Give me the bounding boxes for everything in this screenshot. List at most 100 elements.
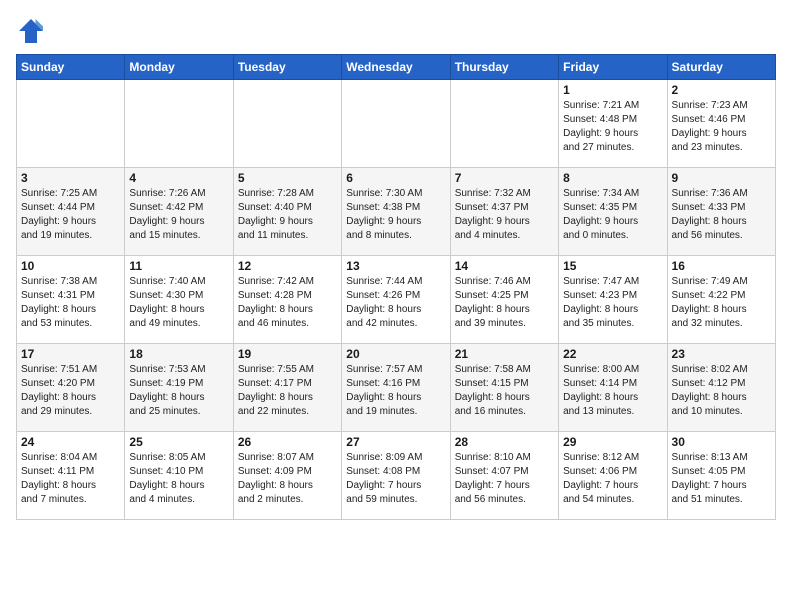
day-number: 16 <box>672 259 771 273</box>
day-info: Sunrise: 7:53 AM Sunset: 4:19 PM Dayligh… <box>129 363 228 419</box>
day-number: 7 <box>455 171 554 185</box>
calendar-cell: 12 Sunrise: 7:42 AM Sunset: 4:28 PM Dayli… <box>233 256 341 344</box>
day-info: Sunrise: 7:32 AM Sunset: 4:37 PM Dayligh… <box>455 187 554 243</box>
column-header-thursday: Thursday <box>450 55 558 80</box>
header <box>16 16 776 46</box>
day-info: Sunrise: 7:28 AM Sunset: 4:40 PM Dayligh… <box>238 187 337 243</box>
day-number: 5 <box>238 171 337 185</box>
day-number: 2 <box>672 83 771 97</box>
calendar-cell: 28 Sunrise: 8:10 AM Sunset: 4:07 PM Dayli… <box>450 432 558 520</box>
calendar-cell: 2 Sunrise: 7:23 AM Sunset: 4:46 PM Daylig… <box>667 80 775 168</box>
calendar-cell: 18 Sunrise: 7:53 AM Sunset: 4:19 PM Dayli… <box>125 344 233 432</box>
day-number: 22 <box>563 347 662 361</box>
calendar-cell: 21 Sunrise: 7:58 AM Sunset: 4:15 PM Dayli… <box>450 344 558 432</box>
day-info: Sunrise: 7:46 AM Sunset: 4:25 PM Dayligh… <box>455 275 554 331</box>
calendar-week-row: 3 Sunrise: 7:25 AM Sunset: 4:44 PM Daylig… <box>17 168 776 256</box>
calendar-cell: 7 Sunrise: 7:32 AM Sunset: 4:37 PM Daylig… <box>450 168 558 256</box>
day-info: Sunrise: 8:10 AM Sunset: 4:07 PM Dayligh… <box>455 451 554 507</box>
day-number: 11 <box>129 259 228 273</box>
calendar-cell: 9 Sunrise: 7:36 AM Sunset: 4:33 PM Daylig… <box>667 168 775 256</box>
day-info: Sunrise: 7:36 AM Sunset: 4:33 PM Dayligh… <box>672 187 771 243</box>
calendar-cell: 4 Sunrise: 7:26 AM Sunset: 4:42 PM Daylig… <box>125 168 233 256</box>
day-info: Sunrise: 7:30 AM Sunset: 4:38 PM Dayligh… <box>346 187 445 243</box>
day-number: 8 <box>563 171 662 185</box>
day-info: Sunrise: 7:58 AM Sunset: 4:15 PM Dayligh… <box>455 363 554 419</box>
day-number: 29 <box>563 435 662 449</box>
calendar-cell: 29 Sunrise: 8:12 AM Sunset: 4:06 PM Dayli… <box>559 432 667 520</box>
calendar-cell: 25 Sunrise: 8:05 AM Sunset: 4:10 PM Dayli… <box>125 432 233 520</box>
calendar-cell: 5 Sunrise: 7:28 AM Sunset: 4:40 PM Daylig… <box>233 168 341 256</box>
day-info: Sunrise: 7:26 AM Sunset: 4:42 PM Dayligh… <box>129 187 228 243</box>
calendar-table: SundayMondayTuesdayWednesdayThursdayFrid… <box>16 54 776 520</box>
calendar-cell: 22 Sunrise: 8:00 AM Sunset: 4:14 PM Dayli… <box>559 344 667 432</box>
day-number: 9 <box>672 171 771 185</box>
calendar-cell: 20Sunrise: 7:57 AM Sunset: 4:16 PM Dayli… <box>342 344 450 432</box>
day-number: 25 <box>129 435 228 449</box>
day-info: Sunrise: 7:42 AM Sunset: 4:28 PM Dayligh… <box>238 275 337 331</box>
day-number: 17 <box>21 347 120 361</box>
day-info: Sunrise: 8:13 AM Sunset: 4:05 PM Dayligh… <box>672 451 771 507</box>
day-info: Sunrise: 8:05 AM Sunset: 4:10 PM Dayligh… <box>129 451 228 507</box>
day-number: 28 <box>455 435 554 449</box>
day-info: Sunrise: 7:25 AM Sunset: 4:44 PM Dayligh… <box>21 187 120 243</box>
calendar-cell: 6Sunrise: 7:30 AM Sunset: 4:38 PM Daylig… <box>342 168 450 256</box>
calendar-cell: 23 Sunrise: 8:02 AM Sunset: 4:12 PM Dayli… <box>667 344 775 432</box>
calendar-cell: 11 Sunrise: 7:40 AM Sunset: 4:30 PM Dayli… <box>125 256 233 344</box>
day-number: 18 <box>129 347 228 361</box>
day-number: 14 <box>455 259 554 273</box>
day-number: 24 <box>21 435 120 449</box>
calendar-cell <box>450 80 558 168</box>
calendar-header-row: SundayMondayTuesdayWednesdayThursdayFrid… <box>17 55 776 80</box>
calendar-cell: 3 Sunrise: 7:25 AM Sunset: 4:44 PM Daylig… <box>17 168 125 256</box>
day-info: Sunrise: 8:12 AM Sunset: 4:06 PM Dayligh… <box>563 451 662 507</box>
logo-icon <box>16 16 46 46</box>
calendar-cell: 8 Sunrise: 7:34 AM Sunset: 4:35 PM Daylig… <box>559 168 667 256</box>
day-number: 21 <box>455 347 554 361</box>
day-info: Sunrise: 7:34 AM Sunset: 4:35 PM Dayligh… <box>563 187 662 243</box>
day-info: Sunrise: 7:21 AM Sunset: 4:48 PM Dayligh… <box>563 99 662 155</box>
day-info: Sunrise: 8:07 AM Sunset: 4:09 PM Dayligh… <box>238 451 337 507</box>
calendar-cell: 13 Sunrise: 7:44 AM Sunset: 4:26 PM Dayli… <box>342 256 450 344</box>
column-header-sunday: Sunday <box>17 55 125 80</box>
calendar-cell: 1Sunrise: 7:21 AM Sunset: 4:48 PM Daylig… <box>559 80 667 168</box>
calendar-cell <box>233 80 341 168</box>
column-header-monday: Monday <box>125 55 233 80</box>
day-number: 10 <box>21 259 120 273</box>
calendar-week-row: 10 Sunrise: 7:38 AM Sunset: 4:31 PM Dayli… <box>17 256 776 344</box>
column-header-saturday: Saturday <box>667 55 775 80</box>
day-info: Sunrise: 8:02 AM Sunset: 4:12 PM Dayligh… <box>672 363 771 419</box>
day-number: 19 <box>238 347 337 361</box>
day-info: Sunrise: 8:04 AM Sunset: 4:11 PM Dayligh… <box>21 451 120 507</box>
day-info: Sunrise: 7:44 AM Sunset: 4:26 PM Dayligh… <box>346 275 445 331</box>
calendar-cell: 27Sunrise: 8:09 AM Sunset: 4:08 PM Dayli… <box>342 432 450 520</box>
day-info: Sunrise: 7:49 AM Sunset: 4:22 PM Dayligh… <box>672 275 771 331</box>
day-info: Sunrise: 7:55 AM Sunset: 4:17 PM Dayligh… <box>238 363 337 419</box>
calendar-cell: 17 Sunrise: 7:51 AM Sunset: 4:20 PM Dayli… <box>17 344 125 432</box>
column-header-friday: Friday <box>559 55 667 80</box>
day-number: 15 <box>563 259 662 273</box>
calendar-cell <box>342 80 450 168</box>
calendar-cell: 14 Sunrise: 7:46 AM Sunset: 4:25 PM Dayli… <box>450 256 558 344</box>
day-info: Sunrise: 7:23 AM Sunset: 4:46 PM Dayligh… <box>672 99 771 155</box>
calendar-cell <box>125 80 233 168</box>
day-number: 20 <box>346 347 445 361</box>
day-number: 13 <box>346 259 445 273</box>
logo <box>16 16 50 46</box>
day-info: Sunrise: 7:40 AM Sunset: 4:30 PM Dayligh… <box>129 275 228 331</box>
calendar-cell: 10 Sunrise: 7:38 AM Sunset: 4:31 PM Dayli… <box>17 256 125 344</box>
day-number: 3 <box>21 171 120 185</box>
day-number: 12 <box>238 259 337 273</box>
day-number: 27 <box>346 435 445 449</box>
calendar-week-row: 17 Sunrise: 7:51 AM Sunset: 4:20 PM Dayli… <box>17 344 776 432</box>
day-info: Sunrise: 7:38 AM Sunset: 4:31 PM Dayligh… <box>21 275 120 331</box>
day-info: Sunrise: 8:00 AM Sunset: 4:14 PM Dayligh… <box>563 363 662 419</box>
calendar-week-row: 24 Sunrise: 8:04 AM Sunset: 4:11 PM Dayli… <box>17 432 776 520</box>
calendar-week-row: 1Sunrise: 7:21 AM Sunset: 4:48 PM Daylig… <box>17 80 776 168</box>
calendar-cell: 15Sunrise: 7:47 AM Sunset: 4:23 PM Dayli… <box>559 256 667 344</box>
calendar-cell: 16 Sunrise: 7:49 AM Sunset: 4:22 PM Dayli… <box>667 256 775 344</box>
day-number: 4 <box>129 171 228 185</box>
page: SundayMondayTuesdayWednesdayThursdayFrid… <box>0 0 792 612</box>
column-header-wednesday: Wednesday <box>342 55 450 80</box>
day-number: 23 <box>672 347 771 361</box>
day-info: Sunrise: 7:51 AM Sunset: 4:20 PM Dayligh… <box>21 363 120 419</box>
